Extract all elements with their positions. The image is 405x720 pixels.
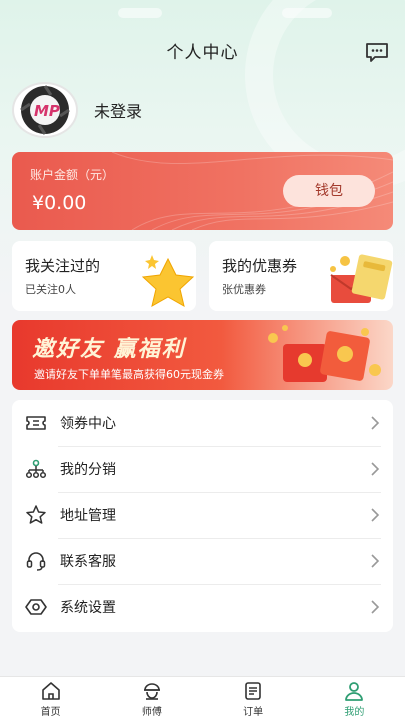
menu-item-address[interactable]: 地址管理 — [12, 492, 393, 538]
tab-label: 师傅 — [141, 706, 162, 718]
bottom-tab-bar: 首页 师傅 订单 我的 — [0, 676, 405, 720]
chevron-right-icon — [371, 508, 380, 522]
worker-icon — [143, 682, 160, 700]
menu-item-label: 地址管理 — [60, 508, 116, 524]
coupon-card[interactable]: 我的优惠券 张优惠券 — [209, 241, 393, 311]
menu-item-label: 系统设置 — [60, 600, 116, 616]
status-bar — [0, 0, 405, 26]
page-header: 个人中心 — [0, 36, 405, 70]
login-status[interactable]: 未登录 — [94, 98, 142, 122]
wallet-button[interactable]: 钱包 — [283, 175, 375, 207]
follow-card[interactable]: 我关注过的 已关注0人 — [12, 241, 196, 311]
tab-orders[interactable]: 订单 — [203, 677, 304, 720]
coupon-card-subtitle: 张优惠券 — [222, 283, 266, 296]
message-button[interactable] — [365, 42, 389, 64]
app-logo-icon: MP — [20, 85, 70, 135]
tab-label: 订单 — [243, 706, 264, 718]
chevron-right-icon — [371, 600, 380, 614]
order-icon — [245, 681, 261, 700]
tab-home[interactable]: 首页 — [0, 677, 101, 720]
tab-worker[interactable]: 师傅 — [101, 677, 202, 720]
svg-text:MP: MP — [34, 102, 60, 120]
ticket-icon — [24, 411, 48, 435]
settings-icon — [24, 595, 48, 619]
menu-item-customer-service[interactable]: 联系客服 — [12, 538, 393, 584]
menu-item-label: 联系客服 — [60, 554, 116, 570]
user-icon — [345, 681, 364, 701]
tab-label: 我的 — [344, 706, 365, 718]
banner-subtitle: 邀请好友下单单笔最高获得60元现金券 — [34, 368, 224, 381]
menu-list: 领券中心 我的分销 地址管理 联系客服 系统设置 — [12, 400, 393, 632]
star-icon — [24, 503, 48, 527]
chevron-right-icon — [371, 554, 380, 568]
menu-item-label: 领券中心 — [60, 416, 116, 432]
menu-item-settings[interactable]: 系统设置 — [12, 584, 393, 630]
chevron-right-icon — [371, 462, 380, 476]
coupon-card-title: 我的优惠券 — [222, 257, 298, 275]
chevron-right-icon — [371, 416, 380, 430]
menu-item-distribution[interactable]: 我的分销 — [12, 446, 393, 492]
follow-card-subtitle: 已关注0人 — [25, 283, 76, 296]
red-envelope-illustration-icon — [268, 325, 381, 382]
profile-section[interactable]: MP 未登录 — [12, 80, 312, 140]
invite-banner[interactable]: 邀好友 赢福利 邀请好友下单单笔最高获得60元现金券 — [12, 320, 393, 390]
home-icon — [41, 681, 60, 700]
follow-card-title: 我关注过的 — [25, 257, 101, 275]
wallet-label: 账户金额（元） — [30, 168, 115, 182]
star-illustration-icon — [141, 255, 195, 307]
coupon-illustration-icon — [330, 254, 393, 303]
wallet-card[interactable]: 账户金额（元） ¥0.00 钱包 — [12, 152, 393, 230]
banner-title: 邀好友 赢福利 — [32, 337, 186, 362]
tab-mine[interactable]: 我的 — [304, 677, 405, 720]
distribution-icon — [24, 457, 48, 481]
status-bar-blur — [118, 8, 162, 18]
tab-label: 首页 — [40, 706, 61, 718]
wallet-amount: ¥0.00 — [32, 192, 87, 214]
headset-icon — [24, 549, 48, 573]
page-title: 个人中心 — [166, 43, 239, 63]
menu-item-label: 我的分销 — [60, 462, 116, 478]
status-bar-blur — [282, 8, 332, 18]
menu-item-coupon-center[interactable]: 领券中心 — [12, 400, 393, 446]
message-icon — [366, 43, 388, 62]
avatar[interactable]: MP — [12, 82, 78, 138]
